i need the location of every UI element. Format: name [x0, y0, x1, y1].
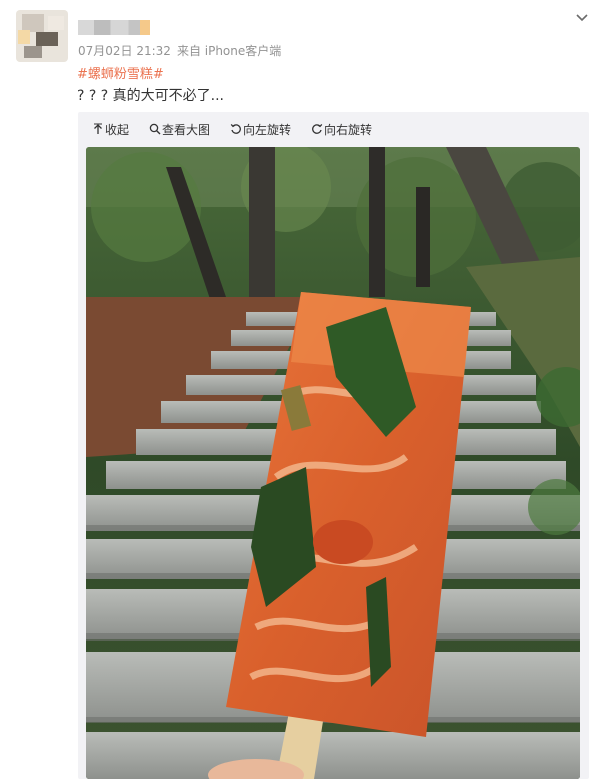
- view-large-button[interactable]: 查看大图: [149, 121, 210, 138]
- hashtag-link[interactable]: #螺蛳粉雪糕#: [77, 63, 164, 82]
- post-meta: 07月02日 21:32 来自 iPhone客户端: [78, 42, 281, 59]
- post-text: ? ? ? 真的大可不必了...: [77, 88, 224, 104]
- photo-illustration: [86, 147, 580, 779]
- post-source: 来自 iPhone客户端: [176, 44, 282, 58]
- rotate-right-button[interactable]: 向右旋转: [311, 121, 372, 138]
- arrow-up-icon: [94, 123, 102, 134]
- post-timestamp[interactable]: 07月02日 21:32: [78, 44, 171, 58]
- chevron-down-icon[interactable]: [572, 8, 591, 28]
- avatar[interactable]: [16, 10, 68, 62]
- rotate-left-button[interactable]: 向左旋转: [230, 121, 291, 138]
- rotate-right-icon: [312, 123, 323, 134]
- magnifier-icon: [149, 123, 161, 135]
- username-blurred[interactable]: [78, 20, 150, 35]
- view-large-label: 查看大图: [162, 122, 211, 137]
- collapse-label: 收起: [105, 122, 130, 137]
- image-toolbar: 收起 查看大图 向左旋转 向右旋转: [78, 112, 589, 146]
- rotate-left-icon: [230, 123, 241, 134]
- rotate-left-label: 向左旋转: [243, 122, 292, 137]
- rotate-right-label: 向右旋转: [324, 122, 373, 137]
- collapse-button[interactable]: 收起: [92, 121, 129, 138]
- post-photo[interactable]: [86, 147, 580, 779]
